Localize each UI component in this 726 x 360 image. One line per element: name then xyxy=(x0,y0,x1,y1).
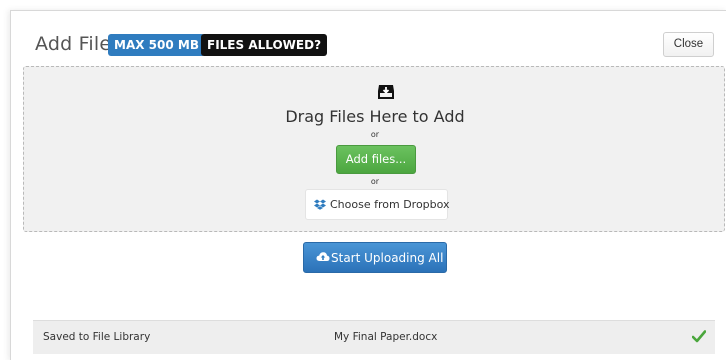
file-status: Saved to File Library xyxy=(43,331,151,343)
checkmark-icon xyxy=(691,330,707,343)
dropbox-label: Choose from Dropbox xyxy=(330,198,450,211)
dropbox-icon xyxy=(314,199,326,210)
or-separator: or xyxy=(370,177,380,186)
add-files-button[interactable]: Add files... xyxy=(336,145,416,174)
start-uploading-label: Start Uploading All xyxy=(331,251,444,265)
choose-from-dropbox-button[interactable]: Choose from Dropbox xyxy=(305,189,450,220)
close-button[interactable]: Close xyxy=(663,32,714,57)
file-name: My Final Paper.docx xyxy=(334,331,438,343)
start-uploading-all-button[interactable]: Start Uploading All xyxy=(303,242,447,273)
max-size-badge: MAX 500 MB xyxy=(108,34,205,56)
file-list-row: Saved to File Library My Final Paper.doc… xyxy=(33,320,715,354)
tray-download-icon xyxy=(377,84,395,100)
drop-zone[interactable]: Drag Files Here to Add or Add files... o… xyxy=(23,66,725,232)
modal-title: Add File xyxy=(35,33,112,55)
cloud-upload-icon xyxy=(316,251,330,263)
add-file-modal: Add File MAX 500 MB FILES ALLOWED? Close… xyxy=(10,10,726,360)
page: Add File MAX 500 MB FILES ALLOWED? Close… xyxy=(0,0,726,360)
files-allowed-badge[interactable]: FILES ALLOWED? xyxy=(201,34,328,56)
drop-zone-title: Drag Files Here to Add xyxy=(285,107,465,126)
or-separator: or xyxy=(370,130,380,139)
